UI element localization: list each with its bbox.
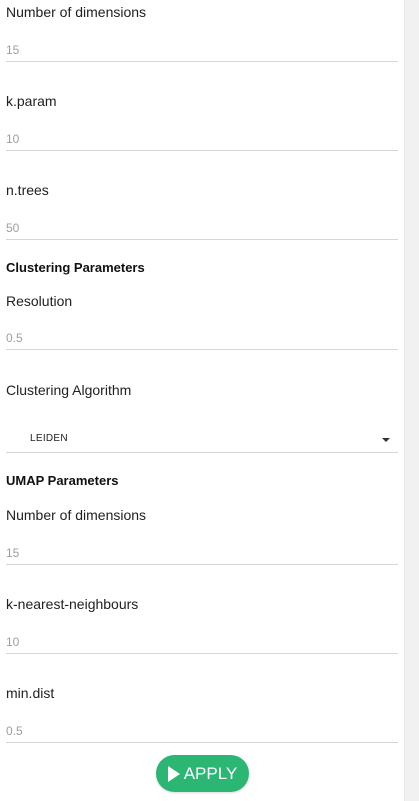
k-param-label: k.param (6, 93, 57, 109)
knn-input[interactable] (6, 630, 398, 654)
caret-down-icon (382, 438, 390, 442)
algorithm-select[interactable]: LEIDEN (6, 427, 398, 453)
algorithm-field: Clustering Algorithm LEIDEN (6, 382, 398, 456)
scrollbar[interactable] (404, 0, 419, 801)
n-trees-input[interactable] (6, 216, 398, 240)
resolution-label: Resolution (6, 293, 73, 309)
parameters-panel: Number of dimensions k.param n.trees Clu… (0, 0, 404, 801)
k-param-field: k.param (6, 93, 398, 153)
knn-label: k-nearest-neighbours (6, 596, 139, 612)
k-param-input[interactable] (6, 127, 398, 151)
dims-label: Number of dimensions (6, 4, 147, 20)
knn-field: k-nearest-neighbours (6, 596, 398, 656)
umap-dims-label: Number of dimensions (6, 507, 147, 523)
resolution-field: Resolution (6, 293, 398, 353)
umap-dims-field: Number of dimensions (6, 507, 398, 567)
dims-field: Number of dimensions (6, 4, 398, 64)
resolution-input[interactable] (6, 326, 398, 350)
n-trees-field: n.trees (6, 182, 398, 242)
umap-section-title: UMAP Parameters (6, 473, 119, 488)
min-dist-input[interactable] (6, 719, 398, 743)
play-icon (167, 765, 180, 782)
dims-input[interactable] (6, 38, 398, 62)
clustering-section-title: Clustering Parameters (6, 260, 145, 275)
algorithm-label: Clustering Algorithm (6, 382, 132, 398)
min-dist-field: min.dist (6, 685, 398, 745)
apply-button-label: APPLY (183, 763, 238, 783)
apply-button[interactable]: APPLY (156, 755, 249, 792)
algorithm-select-value: LEIDEN (30, 433, 68, 444)
umap-dims-input[interactable] (6, 541, 398, 565)
min-dist-label: min.dist (6, 685, 55, 701)
n-trees-label: n.trees (6, 182, 49, 198)
